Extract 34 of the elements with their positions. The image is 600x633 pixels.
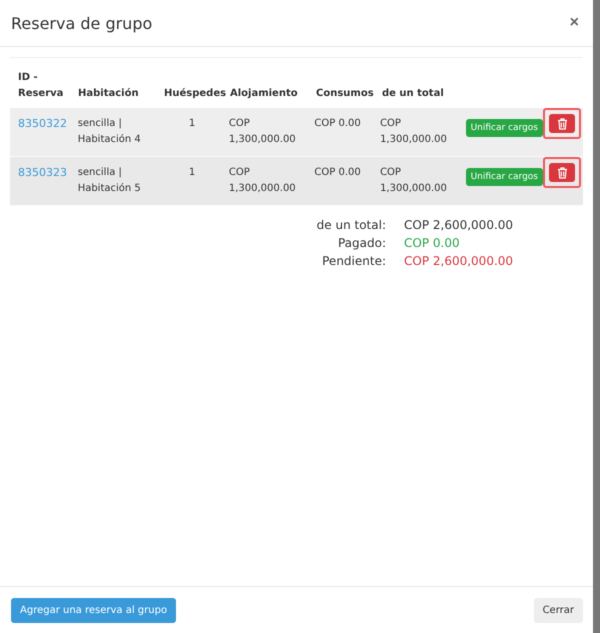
table-cell: 1 [188, 118, 196, 129]
column-header: Huéspedes [163, 87, 226, 101]
modal-title: Reserva de grupo [11, 14, 152, 32]
column-header: ID - Reserva [17, 71, 64, 101]
table-cell: COP 0.00 [314, 167, 361, 178]
column-header: Consumos [315, 87, 375, 101]
table-cell: COP 1,300,000.00 [380, 167, 447, 194]
summary-label: de un total: [316, 218, 386, 232]
trash-icon [556, 166, 568, 178]
close-dialog-button[interactable]: Cerrar [534, 598, 583, 622]
column-header: Habitación [77, 87, 140, 101]
reservation-link[interactable]: 8350323 [18, 166, 67, 179]
table-cell: COP 1,300,000.00 [228, 167, 296, 194]
reservation-link[interactable]: 8350322 [18, 117, 67, 130]
delete-button[interactable] [549, 163, 575, 182]
trash-icon [556, 118, 568, 130]
close-button[interactable]: × [570, 14, 579, 32]
summary-value: COP 2,600,000.00 [404, 254, 514, 268]
unify-charges-button[interactable]: Unificar cargos [466, 168, 543, 186]
table-cell: sencilla | Habitación 5 [78, 167, 141, 194]
summary-label: Pendiente: [321, 254, 386, 268]
table-cell: COP 0.00 [314, 118, 361, 129]
column-header: de un total [381, 87, 445, 101]
unify-charges-button[interactable]: Unificar cargos [466, 118, 543, 136]
table-cell: COP 1,300,000.00 [380, 118, 447, 145]
summary-value: COP 0.00 [404, 236, 461, 250]
table-cell: 1 [188, 167, 196, 178]
summary-value: COP 2,600,000.00 [404, 218, 514, 232]
column-header: Alojamiento [229, 87, 299, 101]
table-cell: sencilla | Habitación 4 [78, 118, 141, 145]
table-cell: COP 1,300,000.00 [228, 118, 296, 145]
summary-label: Pagado: [336, 236, 386, 250]
add-reservation-button[interactable]: Agregar una reserva al grupo [11, 598, 176, 622]
delete-button[interactable] [549, 114, 575, 133]
